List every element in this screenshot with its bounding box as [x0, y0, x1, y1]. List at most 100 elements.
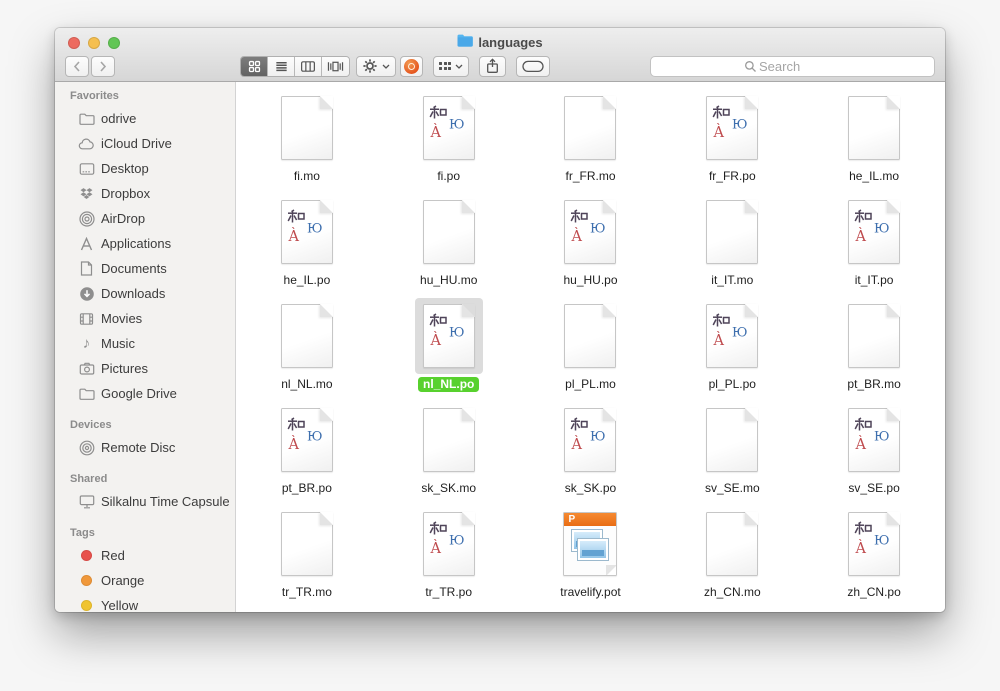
- file-item[interactable]: fr_FR.po: [661, 90, 803, 194]
- file-item[interactable]: hu_HU.po: [520, 194, 662, 298]
- forward-button[interactable]: [91, 56, 115, 77]
- file-item[interactable]: zh_CN.mo: [661, 506, 803, 610]
- sidebar-item-label: Dropbox: [101, 186, 150, 201]
- applications-icon: [78, 235, 95, 252]
- slide-frame-icon: [578, 539, 608, 560]
- file-item[interactable]: it_IT.mo: [661, 194, 803, 298]
- file-item[interactable]: pl_PL.mo: [520, 298, 662, 402]
- po-file-icon: [564, 200, 616, 264]
- sidebar-item-label: Documents: [101, 261, 167, 276]
- sidebar-item-label: Silkalnu Time Capsule: [101, 494, 230, 509]
- sidebar-item-label: Yellow: [101, 598, 138, 612]
- po-file-icon: [706, 96, 758, 160]
- file-name: pl_PL.mo: [565, 377, 616, 392]
- file-item[interactable]: sk_SK.mo: [378, 402, 520, 506]
- po-file-icon: [848, 512, 900, 576]
- po-file-icon: [423, 512, 475, 576]
- sidebar-item-remote-disc[interactable]: Remote Disc: [55, 435, 235, 460]
- file-name: pt_BR.mo: [847, 377, 900, 392]
- file-name: tr_TR.po: [425, 585, 472, 600]
- file-item[interactable]: it_IT.po: [803, 194, 945, 298]
- navigation-buttons: [65, 56, 115, 77]
- tags-button[interactable]: [516, 56, 550, 77]
- sidebar-item-icloud-drive[interactable]: iCloud Drive: [55, 131, 235, 156]
- column-view-button[interactable]: [295, 57, 322, 76]
- file-item[interactable]: pt_BR.mo: [803, 298, 945, 402]
- sidebar-item-label: Desktop: [101, 161, 149, 176]
- sidebar-item-silkalnu-time-capsule[interactable]: Silkalnu Time Capsule: [55, 489, 235, 514]
- file-name: pt_BR.po: [282, 481, 332, 496]
- sidebar-section-shared: Shared: [55, 473, 235, 489]
- mo-file-icon: [423, 200, 475, 264]
- po-file-icon: [281, 408, 333, 472]
- file-name: zh_CN.mo: [704, 585, 761, 600]
- pot-file-icon: P: [563, 512, 617, 576]
- file-item[interactable]: tr_TR.mo: [236, 506, 378, 610]
- file-name: zh_CN.po: [847, 585, 900, 600]
- sidebar-item-movies[interactable]: Movies: [55, 306, 235, 331]
- back-button[interactable]: [65, 56, 89, 77]
- sidebar-item-label: AirDrop: [101, 211, 145, 226]
- sidebar-item-music[interactable]: ♪ Music: [55, 331, 235, 356]
- file-item[interactable]: hu_HU.mo: [378, 194, 520, 298]
- odrive-toolbar-button[interactable]: [400, 56, 423, 77]
- file-grid: fi.mo fi.po fr_FR.mo fr_FR.po he_IL.mo: [236, 82, 945, 612]
- red-tag-icon: [78, 547, 95, 564]
- sidebar-item-desktop[interactable]: Desktop: [55, 156, 235, 181]
- file-name: sk_SK.mo: [421, 481, 476, 496]
- file-item[interactable]: P travelify.pot: [520, 506, 662, 610]
- mo-file-icon: [706, 512, 758, 576]
- file-item[interactable]: fi.mo: [236, 90, 378, 194]
- sidebar-item-airdrop[interactable]: AirDrop: [55, 206, 235, 231]
- file-item[interactable]: tr_TR.po: [378, 506, 520, 610]
- action-menu-button[interactable]: [356, 56, 396, 77]
- sidebar-item-google-drive[interactable]: Google Drive: [55, 381, 235, 406]
- sidebar-item-tag-orange[interactable]: Orange: [55, 568, 235, 593]
- file-name: fr_FR.po: [709, 169, 756, 184]
- file-name: it_IT.po: [855, 273, 894, 288]
- sidebar-item-tag-yellow[interactable]: Yellow: [55, 593, 235, 612]
- search-field: [650, 56, 935, 77]
- selection-highlight: [415, 298, 483, 374]
- mo-file-icon: [706, 408, 758, 472]
- cloud-icon: [78, 135, 95, 152]
- search-input[interactable]: [757, 58, 841, 75]
- sidebar-item-pictures[interactable]: Pictures: [55, 356, 235, 381]
- mo-file-icon: [564, 304, 616, 368]
- file-name: tr_TR.mo: [282, 585, 332, 600]
- sidebar-item-downloads[interactable]: Downloads: [55, 281, 235, 306]
- orange-tag-icon: [78, 572, 95, 589]
- file-item[interactable]: zh_CN.po: [803, 506, 945, 610]
- file-name: nl_NL.po: [418, 377, 479, 392]
- arrange-menu-button[interactable]: [433, 56, 469, 77]
- folder-icon: [78, 385, 95, 402]
- sidebar-item-odrive[interactable]: odrive: [55, 106, 235, 131]
- file-item[interactable]: pt_BR.po: [236, 402, 378, 506]
- finder-window: languages: [55, 28, 945, 612]
- coverflow-view-button[interactable]: [322, 57, 349, 76]
- file-item[interactable]: sk_SK.po: [520, 402, 662, 506]
- file-item[interactable]: sv_SE.po: [803, 402, 945, 506]
- file-item[interactable]: sv_SE.mo: [661, 402, 803, 506]
- sidebar-item-documents[interactable]: Documents: [55, 256, 235, 281]
- list-view-icon: [274, 59, 289, 74]
- music-icon: ♪: [78, 335, 95, 352]
- file-name: sv_SE.mo: [705, 481, 760, 496]
- sidebar-item-tag-red[interactable]: Red: [55, 543, 235, 568]
- file-item-selected[interactable]: nl_NL.po: [378, 298, 520, 402]
- mo-file-icon: [281, 304, 333, 368]
- file-item[interactable]: pl_PL.po: [661, 298, 803, 402]
- file-item[interactable]: he_IL.mo: [803, 90, 945, 194]
- share-button[interactable]: [479, 56, 506, 77]
- sidebar-item-applications[interactable]: Applications: [55, 231, 235, 256]
- icon-view-button[interactable]: [241, 57, 268, 76]
- list-view-button[interactable]: [268, 57, 295, 76]
- disc-icon: [78, 439, 95, 456]
- coverflow-view-icon: [327, 59, 344, 74]
- mo-file-icon: [564, 96, 616, 160]
- file-item[interactable]: fi.po: [378, 90, 520, 194]
- file-item[interactable]: nl_NL.mo: [236, 298, 378, 402]
- file-item[interactable]: he_IL.po: [236, 194, 378, 298]
- sidebar-item-dropbox[interactable]: Dropbox: [55, 181, 235, 206]
- file-item[interactable]: fr_FR.mo: [520, 90, 662, 194]
